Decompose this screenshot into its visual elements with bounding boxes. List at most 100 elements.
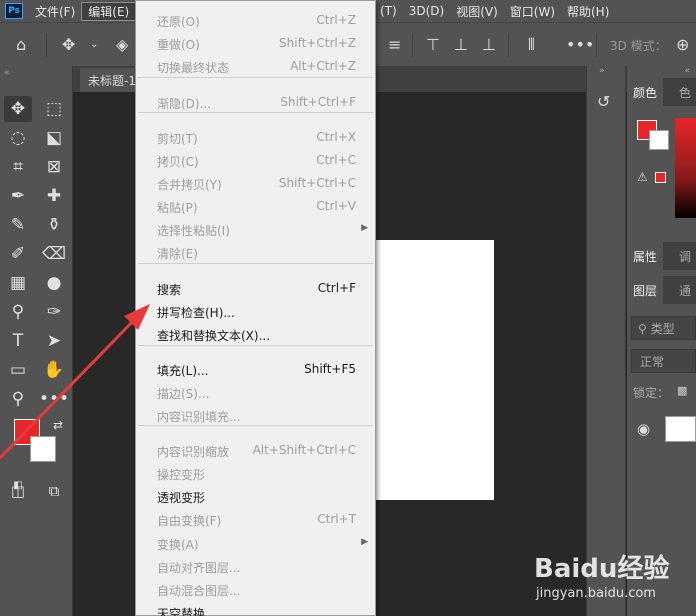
lock-transparent-icon[interactable]: ▩: [677, 384, 687, 397]
warning-icon[interactable]: ⚠: [637, 170, 648, 184]
background-color-swatch[interactable]: [649, 130, 669, 150]
move-tool-icon[interactable]: ✥: [4, 96, 32, 122]
menu-item-undo[interactable]: 还原(O) Ctrl+Z: [136, 9, 375, 31]
panel-collapse-icon[interactable]: «: [0, 66, 73, 94]
blur-tool-icon[interactable]: ●: [40, 270, 68, 296]
layers-stack-icon[interactable]: ◈: [116, 35, 128, 54]
background-color-swatch[interactable]: [30, 436, 56, 462]
tab-adjustments[interactable]: 调: [673, 242, 696, 270]
object-select-tool-icon[interactable]: ⬕: [40, 125, 68, 151]
gradient-tool-icon[interactable]: ▦: [4, 270, 32, 296]
menu-item-spell-check[interactable]: 拼写检查(H)...: [136, 300, 375, 322]
menu-3d[interactable]: 3D(D): [403, 4, 450, 18]
properties-panel-tabs: 属性 调: [627, 242, 696, 270]
menu-file[interactable]: 文件(F): [29, 3, 81, 20]
align-top-icon[interactable]: ⊤: [426, 35, 440, 54]
blend-mode-select[interactable]: 正常: [631, 349, 696, 373]
menu-item-content-aware-fill[interactable]: 内容识别填充...: [136, 404, 375, 426]
eraser-tool-icon[interactable]: ⌫: [40, 241, 68, 267]
document-tab[interactable]: 未标题-1: [80, 68, 140, 92]
menu-type[interactable]: (T): [374, 4, 403, 18]
pen-tool-icon[interactable]: ✑: [40, 299, 68, 325]
align-icon[interactable]: ≡: [388, 35, 401, 54]
marquee-tool-icon[interactable]: ⬚: [40, 96, 68, 122]
screen-mode-icon[interactable]: ⧉: [40, 478, 68, 504]
menu-item-search[interactable]: 搜索 Ctrl+F: [136, 277, 375, 299]
menu-item-shortcut: Alt+Ctrl+Z: [290, 59, 356, 73]
zoom-tool-icon[interactable]: ⚲: [4, 386, 32, 412]
menu-window[interactable]: 窗口(W): [504, 3, 561, 20]
stamp-tool-icon[interactable]: ⚱: [40, 212, 68, 238]
menu-item-clear[interactable]: 清除(E): [136, 241, 375, 263]
tab-layers[interactable]: 图层: [627, 276, 664, 304]
healing-brush-tool-icon[interactable]: ✚: [40, 183, 68, 209]
menu-item-toggle-last-state[interactable]: 切换最终状态 Alt+Ctrl+Z: [136, 55, 375, 77]
move-tool-icon[interactable]: ✥: [62, 35, 75, 54]
menu-item-find-replace-text[interactable]: 查找和替换文本(X)...: [136, 323, 375, 345]
chevron-down-icon[interactable]: ⌄: [90, 39, 98, 50]
document-canvas[interactable]: [376, 240, 494, 500]
menu-item-perspective-warp[interactable]: 透视变形: [136, 485, 375, 507]
hand-tool-icon[interactable]: ✋: [40, 357, 68, 383]
edit-menu-dropdown: 还原(O) Ctrl+Z 重做(O) Shift+Ctrl+Z 切换最终状态 Alt+Ct…: [135, 0, 376, 616]
brush-tool-icon[interactable]: ✎: [4, 212, 32, 238]
history-brush-tool-icon[interactable]: ✐: [4, 241, 32, 267]
menu-item-paste-special[interactable]: 选择性粘贴(I) ▶: [136, 218, 375, 240]
rectangle-tool-icon[interactable]: ▭: [4, 357, 32, 383]
quick-mask-icon[interactable]: ◫: [4, 478, 32, 504]
distribute-icon[interactable]: ⫴: [528, 35, 535, 55]
align-bottom-icon[interactable]: ⊥: [482, 35, 496, 54]
menu-item-fade[interactable]: 渐隐(D)... Shift+Ctrl+F: [136, 91, 375, 113]
menu-item-redo[interactable]: 重做(O) Shift+Ctrl+Z: [136, 32, 375, 54]
menu-item-label: 内容识别填充...: [157, 410, 241, 424]
visibility-eye-icon[interactable]: ◉: [637, 420, 650, 438]
submenu-arrow-icon: ▶: [361, 223, 368, 233]
menu-help[interactable]: 帮助(H): [561, 3, 615, 20]
panel-collapse-icon[interactable]: «: [684, 66, 690, 76]
menu-edit[interactable]: 编辑(E): [81, 1, 137, 21]
tab-color[interactable]: 颜色: [627, 78, 664, 106]
menu-item-label: 清除(E): [157, 247, 198, 261]
menu-separator: [138, 345, 373, 346]
menu-item-auto-blend-layers[interactable]: 自动混合图层...: [136, 578, 375, 600]
menu-item-shortcut: Shift+Ctrl+Z: [279, 36, 356, 50]
eyedropper-tool-icon[interactable]: ✒: [4, 183, 32, 209]
swap-colors-icon[interactable]: ⇄: [44, 412, 72, 438]
align-middle-icon[interactable]: ⊥: [454, 35, 468, 54]
lasso-tool-icon[interactable]: ◌: [4, 125, 32, 151]
menu-view[interactable]: 视图(V): [450, 3, 504, 20]
menu-item-copy[interactable]: 拷贝(C) Ctrl+C: [136, 149, 375, 171]
color-spectrum[interactable]: [675, 118, 696, 218]
frame-tool-icon[interactable]: ⊠: [40, 154, 68, 180]
menu-item-stroke[interactable]: 描边(S)...: [136, 381, 375, 403]
menu-item-cut[interactable]: 剪切(T) Ctrl+X: [136, 126, 375, 148]
layer-filter[interactable]: ⚲ 类型: [631, 316, 696, 340]
gamut-swatch[interactable]: [655, 172, 666, 183]
history-panel-icon[interactable]: ↺: [597, 92, 610, 111]
menu-item-free-transform[interactable]: 自由变换(F) Ctrl+T: [136, 508, 375, 530]
tab-properties[interactable]: 属性: [627, 242, 664, 270]
panel-collapse-icon[interactable]: »: [599, 66, 605, 76]
more-options-icon[interactable]: •••: [566, 35, 594, 54]
3d-orbit-icon[interactable]: ⊕: [676, 35, 689, 54]
more-tools-icon[interactable]: •••: [39, 386, 69, 412]
menu-item-sky-replacement[interactable]: 天空替换...: [136, 601, 375, 616]
photoshop-window: Ps 文件(F) 编辑(E) (T) 3D(D) 视图(V) 窗口(W) 帮助(…: [0, 0, 696, 616]
tab-channels[interactable]: 通: [673, 276, 696, 304]
menu-item-copy-merged[interactable]: 合并拷贝(Y) Shift+Ctrl+C: [136, 172, 375, 194]
menu-item-paste[interactable]: 粘贴(P) Ctrl+V: [136, 195, 375, 217]
type-tool-icon[interactable]: T: [4, 328, 32, 354]
menu-item-shortcut: Shift+Ctrl+C: [278, 176, 356, 190]
menu-item-fill[interactable]: 填充(L)... Shift+F5: [136, 358, 375, 380]
home-icon[interactable]: ⌂: [16, 35, 26, 54]
path-select-tool-icon[interactable]: ➤: [40, 328, 68, 354]
tab-swatches[interactable]: 色: [673, 78, 696, 106]
menu-item-puppet-warp[interactable]: 操控变形: [136, 462, 375, 484]
layer-thumbnail[interactable]: [665, 416, 696, 442]
menu-item-transform[interactable]: 变换(A) ▶: [136, 532, 375, 554]
menu-item-auto-align-layers[interactable]: 自动对齐图层...: [136, 555, 375, 577]
dodge-tool-icon[interactable]: ⚲: [4, 299, 32, 325]
menu-item-content-aware-scale[interactable]: 内容识别缩放 Alt+Shift+Ctrl+C: [136, 439, 375, 461]
crop-tool-icon[interactable]: ⌗: [4, 154, 32, 180]
menu-item-label: 变换(A): [157, 538, 199, 552]
